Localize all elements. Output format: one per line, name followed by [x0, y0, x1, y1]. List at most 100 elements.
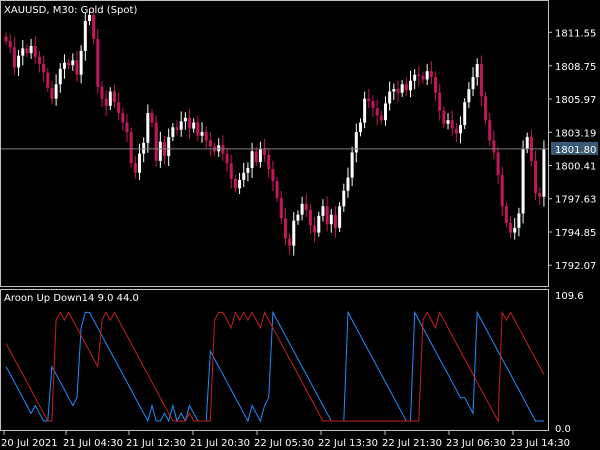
candle-body	[75, 60, 79, 75]
candle	[463, 98, 467, 130]
trading-chart[interactable]: XAUUSD, M30: Gold (Spot) Aroon Up Down14…	[0, 0, 600, 450]
candle-body	[254, 151, 258, 163]
candle-body	[175, 127, 179, 130]
candle-body	[25, 48, 29, 54]
time-tick-label: 21 Jul 04:30	[63, 438, 123, 449]
candle-body	[283, 218, 287, 239]
candle-body	[400, 84, 404, 93]
candle-body	[108, 91, 112, 106]
candle-body	[50, 87, 54, 99]
candle-body	[8, 41, 12, 48]
candle-body	[104, 98, 108, 106]
candle-body	[475, 63, 479, 78]
time-tick-label: 22 Jul 21:30	[382, 438, 442, 449]
price-tick-label: 1792.07	[555, 261, 596, 272]
candle-body	[129, 132, 133, 164]
current-price-marker: 1801.80	[551, 141, 598, 156]
price-tick-label: 1797.63	[555, 195, 596, 206]
candle-body	[225, 153, 229, 164]
candle-body	[279, 197, 283, 219]
price-tick-label: 1803.19	[555, 128, 596, 139]
candle-body	[188, 117, 192, 129]
candle-body	[388, 91, 392, 104]
candle-body	[217, 145, 221, 152]
candle-body	[325, 206, 329, 225]
candle-body	[142, 142, 146, 154]
candle-body	[154, 122, 158, 161]
candle-body	[425, 71, 429, 80]
candle-body	[338, 206, 342, 228]
time-tick-label: 22 Jul 13:30	[318, 438, 378, 449]
candle-body	[467, 89, 471, 103]
candle-body	[517, 213, 521, 228]
candle-body	[221, 145, 225, 154]
candle-body	[538, 193, 542, 197]
candle-body	[167, 136, 171, 157]
candle-body	[500, 175, 504, 207]
candle-body	[229, 163, 233, 179]
candle-body	[542, 148, 546, 197]
candle-body	[463, 102, 467, 125]
candle-body	[42, 63, 46, 73]
candle-body	[29, 46, 33, 54]
candle-body	[513, 227, 517, 233]
current-price-label: 1801.80	[555, 145, 596, 156]
candle-body	[4, 36, 8, 42]
candle-body	[67, 62, 71, 66]
candle-body	[33, 46, 37, 57]
symbol-title: XAUUSD, M30: Gold (Spot)	[4, 5, 137, 16]
candle-body	[242, 172, 246, 180]
candle-body	[313, 225, 317, 233]
candle-body	[171, 127, 175, 137]
candle-body	[200, 132, 204, 136]
candle-body	[329, 214, 333, 225]
candle-body	[304, 203, 308, 210]
candle-body	[459, 124, 463, 134]
candle-body	[417, 74, 421, 76]
candle-body	[471, 77, 475, 90]
candle-body	[404, 84, 408, 91]
candle-body	[100, 86, 104, 99]
candle-body	[292, 220, 296, 246]
price-tick-label: 1800.41	[555, 162, 596, 173]
candle-body	[492, 140, 496, 153]
candle-body	[375, 108, 379, 116]
candle-body	[121, 113, 125, 123]
candle-body	[263, 148, 267, 155]
candle	[338, 202, 342, 232]
candle-body	[358, 122, 362, 133]
candle-body	[354, 132, 358, 153]
candle-body	[300, 203, 304, 215]
candle-body	[434, 77, 438, 93]
candle-body	[484, 96, 488, 121]
candle-body	[275, 181, 279, 198]
candle	[542, 140, 546, 207]
candle-body	[71, 60, 75, 66]
candle-body	[346, 177, 350, 191]
indicator-title: Aroon Up Down14 9.0 44.0	[4, 293, 139, 304]
candle-body	[367, 98, 371, 102]
candle-body	[246, 168, 250, 173]
candle-body	[46, 72, 50, 88]
candle-body	[521, 148, 525, 214]
candle-body	[509, 223, 513, 233]
candle-body	[442, 110, 446, 124]
candle-body	[183, 117, 187, 122]
candle-body	[296, 214, 300, 221]
candle-body	[496, 152, 500, 176]
candle-body	[138, 153, 141, 173]
candle-body	[396, 89, 400, 93]
time-tick-label: 20 Jul 2021	[1, 438, 58, 449]
candle-body	[504, 206, 508, 224]
candle-body	[534, 160, 538, 194]
price-tick-label: 1794.85	[555, 228, 596, 239]
time-tick-label: 21 Jul 12:30	[126, 438, 186, 449]
candle-body	[379, 115, 383, 121]
candle-body	[125, 122, 129, 133]
candle-body	[21, 48, 25, 56]
time-tick-label: 22 Jul 05:30	[254, 438, 314, 449]
indicator-tick-label: 109.6	[555, 291, 584, 302]
candle-body	[17, 55, 21, 68]
candle-body	[392, 89, 396, 92]
candle-body	[112, 91, 116, 103]
